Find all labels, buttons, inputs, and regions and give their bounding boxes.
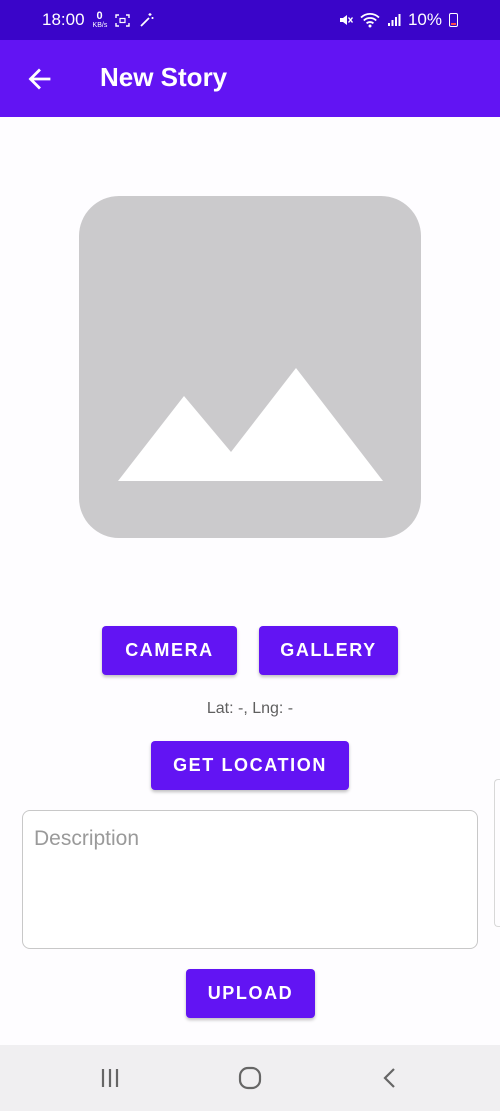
mute-icon	[339, 13, 353, 27]
location-text: Lat: -, Lng: -	[206, 700, 294, 717]
get-location-button[interactable]: GET LOCATION	[151, 741, 349, 790]
image-placeholder-icon	[79, 196, 421, 538]
status-left: 18:00 0 KB/s	[42, 10, 154, 30]
screenshot-icon	[114, 13, 130, 27]
battery-icon	[449, 13, 458, 27]
data-rate-unit: KB/s	[92, 22, 108, 29]
status-time: 18:00	[42, 10, 85, 29]
page-title: New Story	[100, 62, 228, 92]
data-rate-value: 0	[96, 10, 103, 22]
signal-icon	[387, 13, 401, 27]
home-icon	[238, 1066, 262, 1090]
battery-percent: 10%	[407, 10, 442, 29]
scroll-edge	[494, 779, 500, 927]
home-button[interactable]	[235, 1063, 265, 1093]
camera-button[interactable]: CAMERA	[102, 626, 237, 675]
arrow-back-icon	[28, 68, 51, 90]
image-preview	[79, 196, 421, 538]
data-rate-indicator: 0 KB/s	[92, 10, 108, 30]
magic-wand-icon	[138, 12, 154, 28]
gallery-button[interactable]: GALLERY	[259, 626, 398, 675]
system-nav-bar	[0, 1045, 500, 1111]
nav-back-button[interactable]	[375, 1063, 405, 1093]
recents-icon	[101, 1069, 119, 1087]
back-button[interactable]	[26, 66, 52, 92]
recents-button[interactable]	[95, 1063, 125, 1093]
description-field[interactable]	[22, 810, 478, 949]
wifi-icon	[360, 12, 380, 28]
status-right: 10%	[339, 10, 458, 30]
app-bar: New Story	[0, 40, 500, 117]
status-bar: 18:00 0 KB/s 10%	[0, 0, 500, 40]
upload-button[interactable]: UPLOAD	[186, 969, 315, 1018]
back-icon	[383, 1068, 395, 1088]
